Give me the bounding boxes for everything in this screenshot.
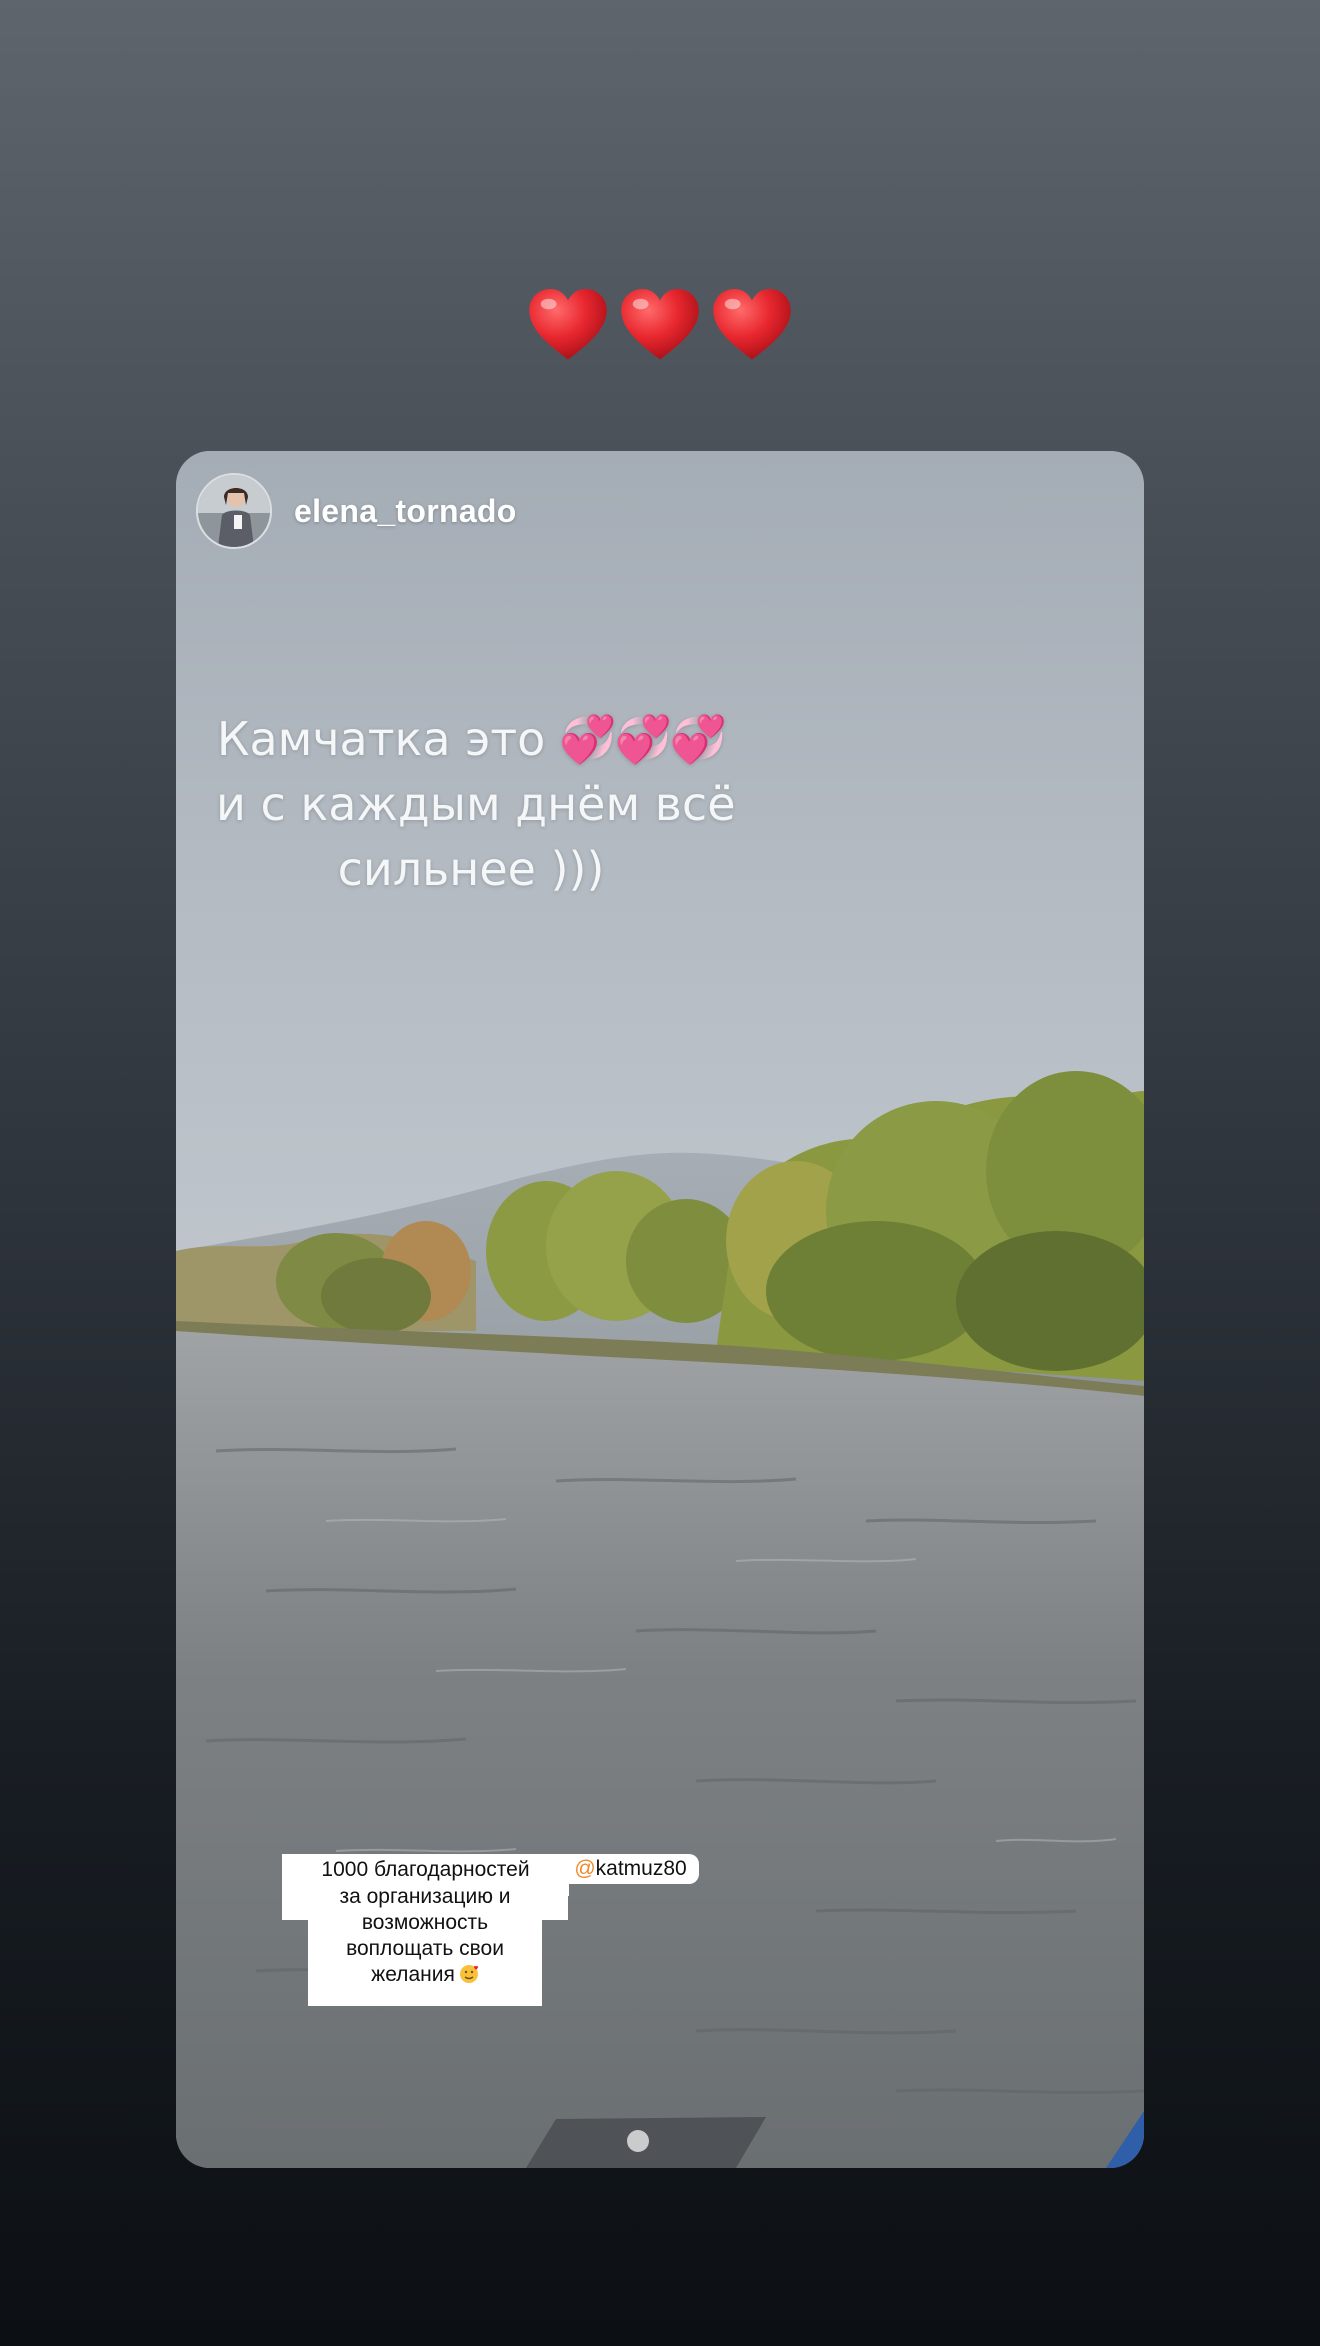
- two-hearts-emoji-icon: 💞💞💞: [559, 712, 727, 766]
- thanks-line-3: возможность: [361, 1911, 489, 1934]
- thanks-line-5: желания: [308, 1962, 542, 1988]
- thanks-line-1: 1000 благодарностей: [321, 1858, 530, 1881]
- caption-line-2: и с каждым днём всё: [216, 777, 736, 831]
- hearts-sticker: [0, 282, 1320, 370]
- red-heart-icon: [621, 289, 699, 360]
- profile-avatar-icon[interactable]: [196, 473, 272, 549]
- caption-line-3: сильнее ))): [337, 842, 605, 896]
- smiling-face-with-hearts-icon: [459, 1965, 478, 1983]
- author-username[interactable]: elena_tornado: [294, 493, 517, 530]
- thanks-sticker: 1000 благодарностей @katmuz80 за организ…: [282, 1854, 712, 2006]
- thanks-line-2: за организацию и: [339, 1885, 511, 1908]
- mention-tag[interactable]: @katmuz80: [562, 1856, 699, 1882]
- story-author[interactable]: elena_tornado: [196, 473, 517, 549]
- red-heart-icon: [529, 289, 607, 360]
- red-heart-icon: [713, 289, 791, 360]
- shared-story-card[interactable]: elena_tornado Камчатка это 💞💞💞 и с каждым…: [176, 451, 1144, 2168]
- story-caption: Камчатка это 💞💞💞 и с каждым днём всё силь…: [216, 707, 736, 902]
- caption-line-1: Камчатка это 💞💞💞: [216, 712, 727, 766]
- thanks-line-4: воплощать свои: [346, 1937, 504, 1960]
